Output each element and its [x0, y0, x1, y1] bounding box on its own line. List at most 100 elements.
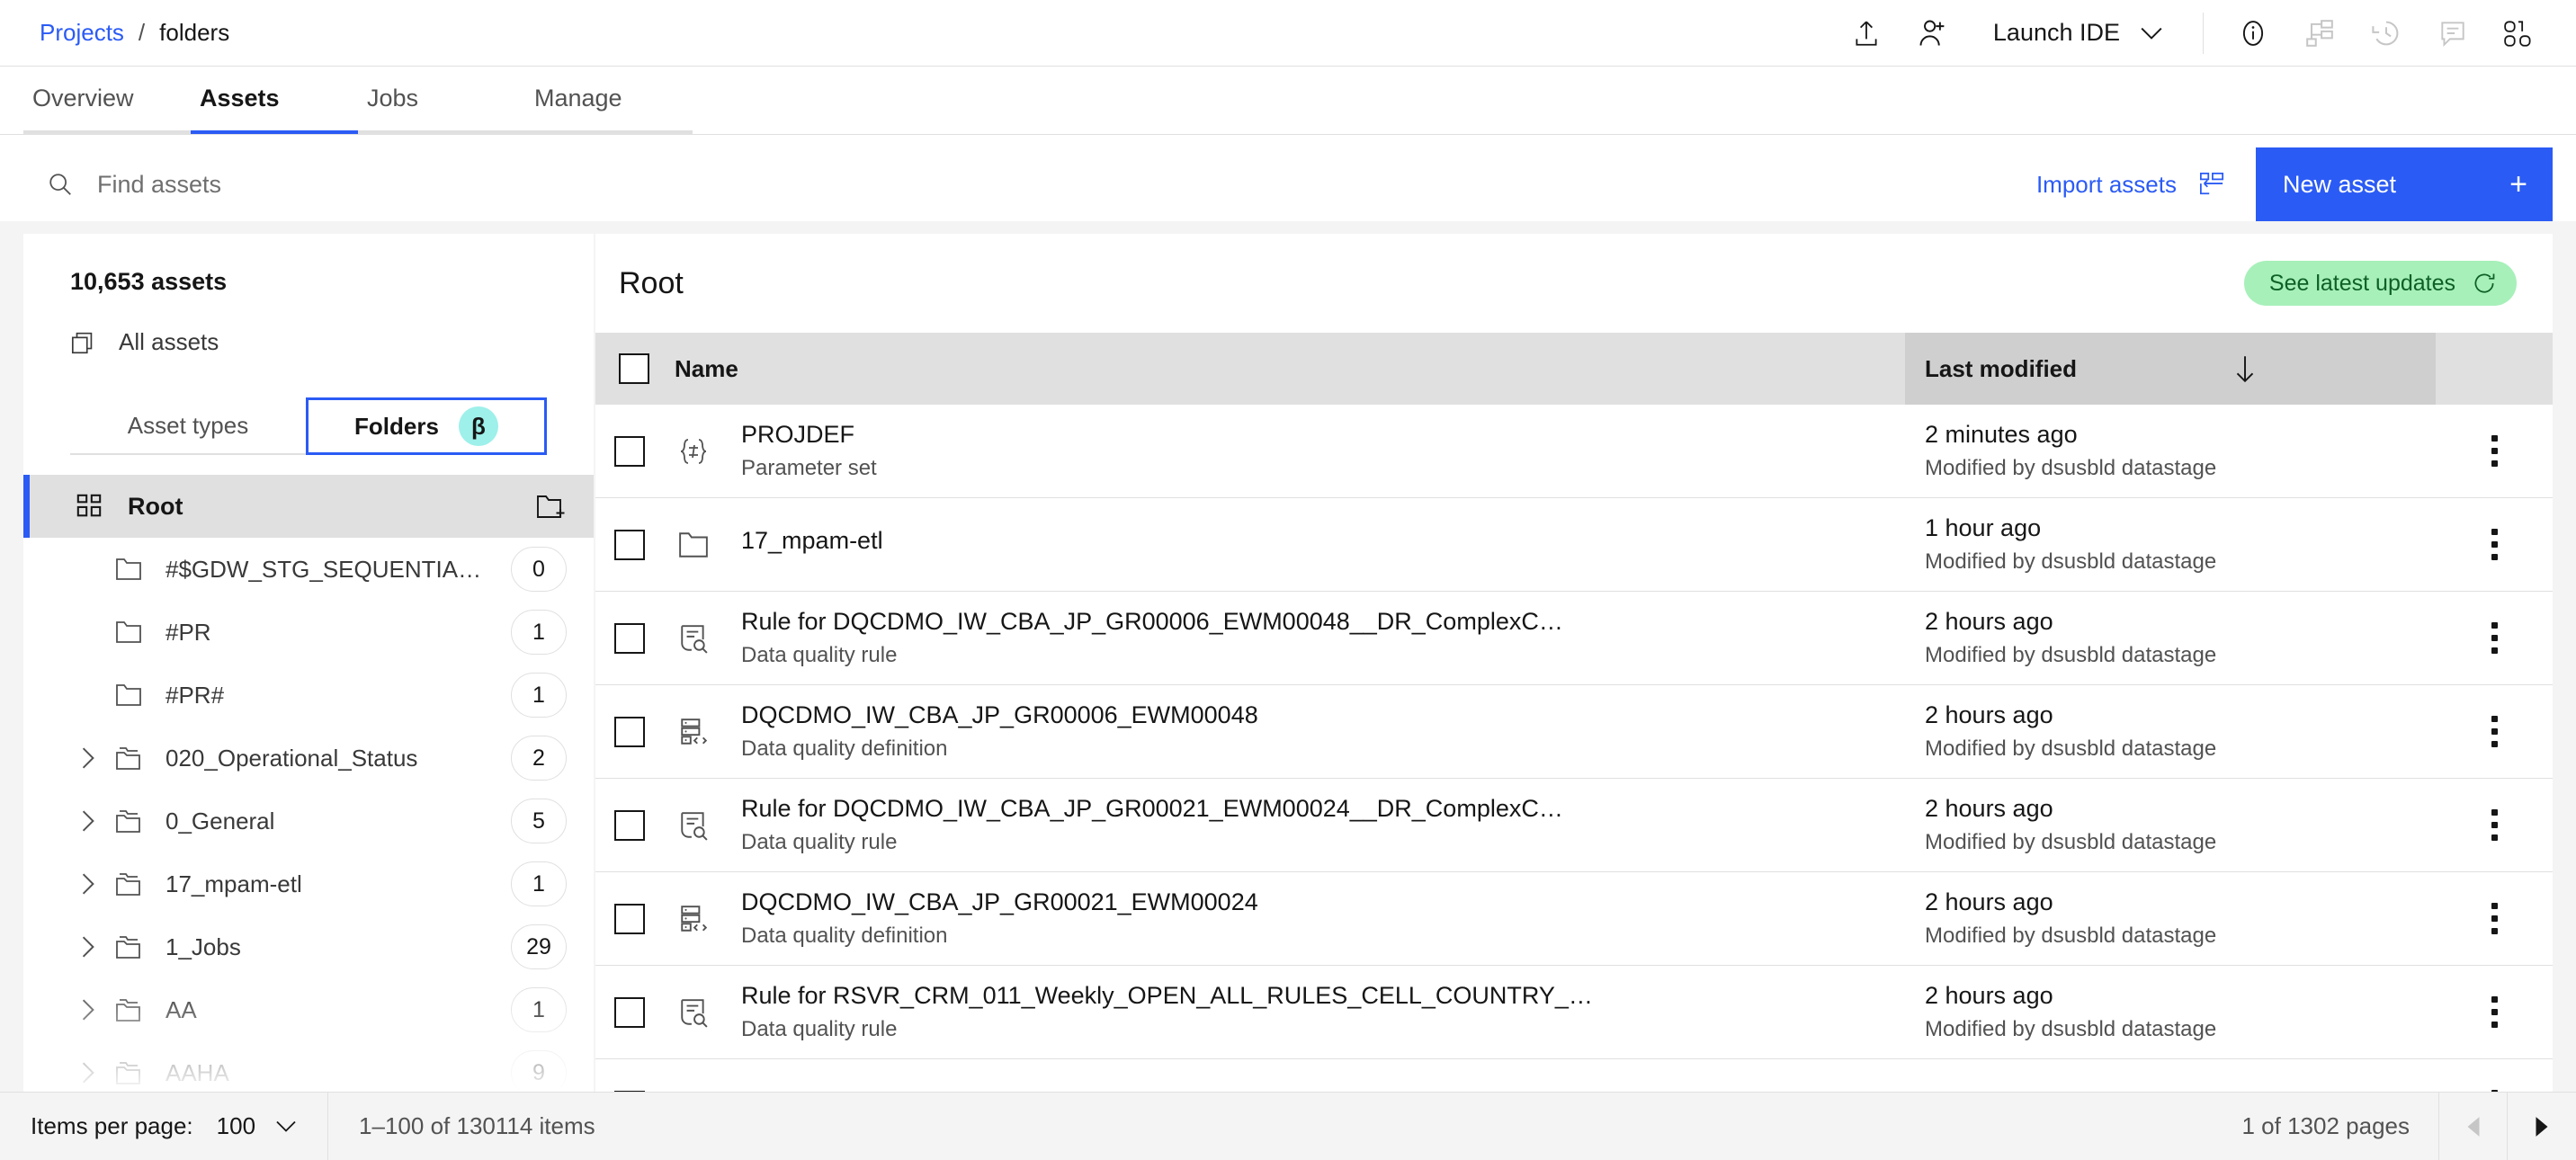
tab-jobs[interactable]: Jobs — [358, 67, 525, 134]
items-per-page-select[interactable]: 100 — [217, 1112, 297, 1140]
add-user-button[interactable] — [1900, 0, 1966, 67]
parameter-set-icon — [664, 436, 723, 467]
folder-icon — [108, 683, 149, 707]
tree-row[interactable]: #$GDW_STG_SEQUENTIA… 0 — [23, 538, 594, 601]
row-title: Tel_Cel_CNTRY_Conf_Issue — [741, 1088, 1883, 1092]
tab-assets[interactable]: Assets — [191, 67, 358, 134]
main-header: Root See latest updates — [595, 234, 2553, 333]
table-row[interactable]: PROJDEF Parameter set 2 minutes ago Modi… — [595, 405, 2553, 498]
row-checkbox[interactable] — [614, 716, 645, 747]
binary-data-button[interactable] — [2486, 0, 2553, 67]
row-checkbox[interactable] — [614, 435, 645, 467]
row-overflow-menu-button[interactable] — [2436, 903, 2553, 934]
column-header-last-modified[interactable]: Last modified — [1905, 333, 2436, 405]
row-title: Rule for DQCDMO_IW_CBA_JP_GR00021_EWM000… — [741, 795, 1563, 822]
row-checkbox[interactable] — [614, 903, 645, 934]
root-grid-icon — [68, 493, 110, 520]
sidebar-tab-folders[interactable]: Folders β — [306, 397, 547, 455]
tree-row[interactable]: #PR# 1 — [23, 664, 594, 727]
see-latest-updates-button[interactable]: See latest updates — [2243, 261, 2517, 306]
row-modified-time: 1 hour ago — [1925, 514, 2042, 541]
previous-page-button[interactable] — [2439, 1093, 2508, 1160]
new-folder-button[interactable] — [536, 493, 567, 520]
table-row[interactable]: Tel_Cel_CNTRY_Conf_Issue 2 hours ago — [595, 1059, 2553, 1092]
row-checkbox[interactable] — [614, 622, 645, 654]
search-input[interactable] — [97, 170, 2006, 199]
table-header-name: Name — [595, 333, 1905, 405]
table-row[interactable]: Rule for RSVR_CRM_011_Weekly_OPEN_ALL_RU… — [595, 966, 2553, 1059]
tree-row[interactable]: 020_Operational_Status 2 — [23, 727, 594, 790]
chevron-right-icon[interactable] — [68, 746, 108, 770]
table-row[interactable]: DQCDMO_IW_CBA_JP_GR00021_EWM00024 Data q… — [595, 872, 2553, 966]
chevron-right-icon[interactable] — [68, 872, 108, 896]
tree-row[interactable]: 1_Jobs 29 — [23, 915, 594, 978]
tab-manage[interactable]: Manage — [525, 67, 693, 134]
table-row[interactable]: 17_mpam-etl 1 hour ago Modified by dsusb… — [595, 498, 2553, 592]
tree-row[interactable]: 0_General 5 — [23, 790, 594, 852]
tree-row-root[interactable]: Root — [23, 475, 594, 538]
tree-item-label: 020_Operational_Status — [165, 744, 418, 772]
row-name-cell: DQCDMO_IW_CBA_JP_GR00021_EWM00024 Data q… — [723, 888, 1905, 949]
row-overflow-menu-button[interactable] — [2436, 1090, 2553, 1092]
tree-row[interactable]: AAHA 9 — [23, 1041, 594, 1092]
row-overflow-menu-button[interactable] — [2436, 809, 2553, 841]
row-overflow-menu-button[interactable] — [2436, 529, 2553, 560]
tree-row[interactable]: 17_mpam-etl 1 — [23, 852, 594, 915]
row-checkbox[interactable] — [614, 529, 645, 560]
row-overflow-menu-button[interactable] — [2436, 996, 2553, 1028]
row-overflow-menu-button[interactable] — [2436, 716, 2553, 747]
tree-row[interactable]: #PR 1 — [23, 601, 594, 664]
comment-button[interactable] — [2419, 0, 2486, 67]
table-row[interactable]: Rule for DQCDMO_IW_CBA_JP_GR00006_EWM000… — [595, 592, 2553, 685]
chevron-right-icon[interactable] — [68, 1061, 108, 1084]
tree-item-count: 29 — [511, 924, 567, 969]
import-assets-button[interactable]: Import assets — [2006, 147, 2256, 221]
select-all-checkbox[interactable] — [619, 353, 649, 384]
info-button[interactable] — [2220, 0, 2286, 67]
row-checkbox-cell — [595, 435, 664, 467]
chevron-right-icon[interactable] — [68, 935, 108, 959]
chevron-right-icon[interactable] — [68, 998, 108, 1022]
row-modified-time: 2 hours ago — [1925, 795, 2053, 822]
hierarchy-button[interactable] — [2286, 0, 2353, 67]
history-button[interactable] — [2353, 0, 2419, 67]
upload-button[interactable] — [1833, 0, 1900, 67]
new-asset-label: New asset — [2283, 170, 2397, 198]
tree-item-count: 5 — [511, 799, 567, 843]
row-name-cell: 17_mpam-etl — [723, 527, 1905, 562]
items-per-page-value: 100 — [216, 1112, 256, 1139]
tree-row[interactable]: AA 1 — [23, 978, 594, 1041]
comment-icon — [2437, 18, 2468, 49]
sidebar-item-all-assets[interactable]: All assets — [23, 296, 594, 356]
tree-item-count: 0 — [511, 547, 567, 592]
overflow-menu-icon — [2491, 903, 2498, 934]
sidebar-tab-asset-types[interactable]: Asset types — [70, 397, 306, 455]
asset-count-label: 10,653 assets — [70, 268, 228, 295]
assets-table-body: PROJDEF Parameter set 2 minutes ago Modi… — [595, 405, 2553, 1092]
tree-item-count: 1 — [511, 987, 567, 1032]
tree-item-count: 9 — [511, 1050, 567, 1092]
row-overflow-menu-button[interactable] — [2436, 622, 2553, 654]
row-checkbox[interactable] — [614, 809, 645, 841]
chevron-right-icon[interactable] — [68, 809, 108, 833]
overflow-menu-icon — [2491, 435, 2498, 467]
row-checkbox[interactable] — [614, 996, 645, 1028]
new-asset-button[interactable]: New asset + — [2256, 147, 2553, 221]
row-modified-by: Modified by dsusbld datastage — [1925, 1017, 2217, 1041]
row-modified-cell: 2 hours ago Modified by dsusbld datastag… — [1905, 888, 2436, 949]
refresh-icon — [2472, 271, 2497, 296]
table-row[interactable]: Rule for DQCDMO_IW_CBA_JP_GR00021_EWM000… — [595, 779, 2553, 872]
tree-item-count: 1 — [511, 861, 567, 906]
tab-overview[interactable]: Overview — [23, 67, 191, 134]
row-overflow-menu-button[interactable] — [2436, 435, 2553, 467]
next-page-button[interactable] — [2508, 1093, 2576, 1160]
tree-item-label: #$GDW_STG_SEQUENTIA… — [165, 555, 482, 583]
pagination-pages-label: 1 of 1302 pages — [2214, 1093, 2439, 1160]
breadcrumb-projects-link[interactable]: Projects — [40, 19, 124, 47]
see-latest-updates-label: See latest updates — [2268, 270, 2455, 296]
table-row[interactable]: DQCDMO_IW_CBA_JP_GR00006_EWM00048 Data q… — [595, 685, 2553, 779]
row-modified-by: Modified by dsusbld datastage — [1925, 643, 2217, 667]
sidebar-segmented-tabs: Asset types Folders β — [70, 397, 547, 455]
launch-ide-button[interactable]: Launch IDE — [1966, 0, 2187, 67]
row-checkbox[interactable] — [614, 1090, 645, 1092]
